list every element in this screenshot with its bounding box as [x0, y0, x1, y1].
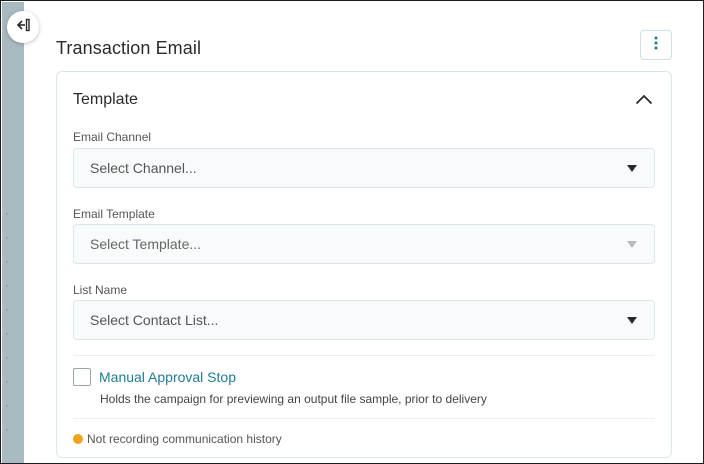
email-channel-placeholder: Select Channel... — [90, 160, 197, 176]
template-card: Template Email Channel Select Channel...… — [56, 71, 672, 458]
exit-arrow-icon — [15, 17, 31, 38]
caret-down-icon — [627, 165, 637, 172]
manual-approval-checkbox[interactable] — [73, 368, 91, 386]
more-options-button[interactable] — [640, 30, 672, 60]
email-template-select[interactable]: Select Template... — [73, 224, 655, 264]
contact-list-placeholder: Select Contact List... — [90, 312, 219, 328]
window-frame: Transaction Email Template Email Channel… — [0, 0, 704, 464]
kebab-menu-icon — [654, 36, 658, 55]
email-template-placeholder: Select Template... — [90, 236, 202, 252]
email-template-label: Email Template — [73, 207, 155, 221]
email-channel-label: Email Channel — [73, 130, 152, 144]
caret-down-icon — [627, 241, 637, 248]
warning-dot-icon — [73, 434, 83, 444]
card-title: Template — [73, 91, 138, 108]
communication-history-status: Not recording communication history — [87, 432, 282, 446]
transaction-email-panel: Transaction Email Template Email Channel… — [7, 2, 703, 463]
section-divider — [73, 418, 655, 419]
caret-down-icon — [627, 317, 637, 324]
canvas-grid-dots — [6, 202, 8, 442]
manual-approval-help-text: Holds the campaign for previewing an out… — [100, 392, 487, 406]
list-name-label: List Name — [73, 283, 128, 297]
section-divider — [73, 355, 655, 356]
collapse-section-button[interactable] — [633, 90, 655, 112]
close-panel-button[interactable] — [7, 11, 39, 43]
email-channel-select[interactable]: Select Channel... — [73, 148, 655, 188]
page-title: Transaction Email — [56, 38, 202, 58]
chevron-up-icon — [635, 92, 653, 110]
contact-list-select[interactable]: Select Contact List... — [73, 300, 655, 340]
background-canvas-strip — [2, 2, 24, 463]
manual-approval-label[interactable]: Manual Approval Stop — [99, 369, 236, 385]
